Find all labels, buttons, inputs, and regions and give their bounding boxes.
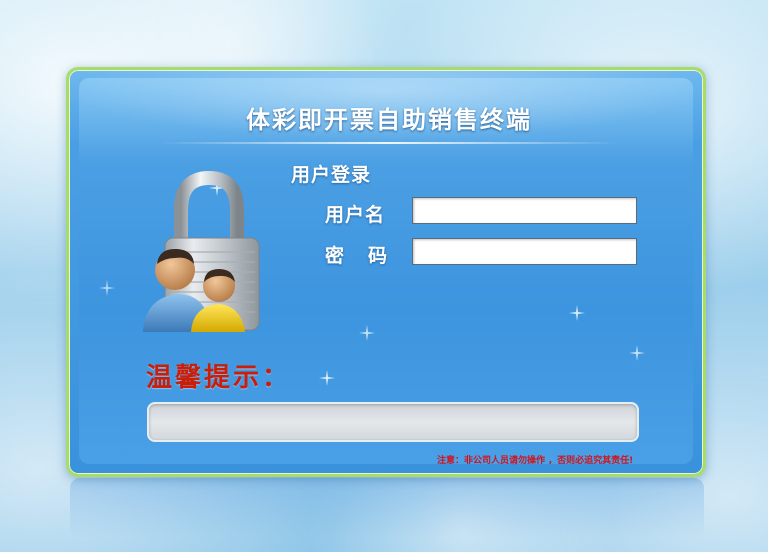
- warning-notice: 注意：非公司人员请勿操作 ，否则必追究其责任!: [437, 456, 634, 466]
- username-input[interactable]: [412, 197, 637, 224]
- padlock-users-icon: [143, 170, 260, 332]
- login-section-label: 用户登录: [291, 164, 372, 186]
- tip-label: 温馨提示：: [146, 363, 292, 393]
- app-title: 体彩即开票自助销售终端: [246, 106, 532, 134]
- title-divider: [159, 142, 619, 144]
- password-label: 密码: [325, 245, 412, 267]
- tip-message-box: [147, 402, 639, 442]
- password-input[interactable]: [412, 238, 637, 265]
- username-label: 用户名: [325, 204, 386, 226]
- sparkle-icon: [629, 345, 645, 361]
- login-panel: 体彩即开票自助销售终端 用户登录 用户名 密码 温馨提示： 注意：非公司人员请勿…: [66, 67, 706, 477]
- sparkle-icon: [359, 325, 375, 341]
- sparkle-icon: [99, 280, 115, 296]
- sparkle-icon: [319, 370, 335, 386]
- panel-reflection: [70, 478, 704, 538]
- sparkle-icon: [569, 305, 585, 321]
